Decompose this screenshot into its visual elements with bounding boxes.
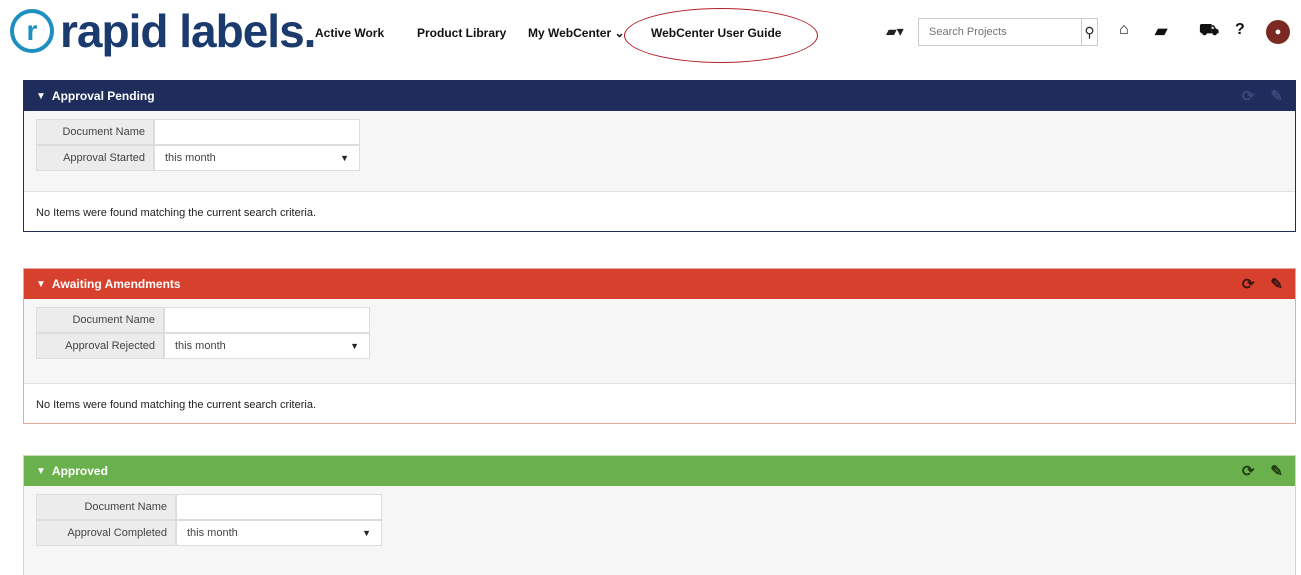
filter-row-approval-completed: Approval Completed this month ▼ xyxy=(36,520,1283,546)
panel-header[interactable]: ▼ Approval Pending ⟳ ✎ xyxy=(24,81,1295,111)
clear-filter-icon[interactable]: ✎ xyxy=(1270,87,1283,105)
approval-started-select[interactable]: this month ▼ xyxy=(154,145,360,171)
select-value: this month xyxy=(165,152,216,164)
search-icon: ⚲ xyxy=(1084,23,1095,40)
panel-title: Approved xyxy=(51,464,108,478)
panel-title: Approval Pending xyxy=(51,89,155,103)
select-value: this month xyxy=(175,340,226,352)
nav-my-webcenter-label: My WebCenter xyxy=(528,26,612,40)
filter-label: Document Name xyxy=(36,494,176,520)
document-name-input[interactable] xyxy=(154,119,360,145)
nav-product-library[interactable]: Product Library xyxy=(417,26,506,40)
filter-label: Document Name xyxy=(36,307,164,333)
nav-active-work[interactable]: Active Work xyxy=(315,26,384,40)
chat-icon[interactable]: ▰ xyxy=(1155,21,1167,41)
filter-row-document-name: Document Name xyxy=(36,119,1283,145)
dropdown-arrow-icon: ▼ xyxy=(350,341,359,351)
filter-area: Document Name Approval Started this mont… xyxy=(24,111,1295,191)
top-navigation-bar: r rapid labels. Active Work Product Libr… xyxy=(0,0,1301,70)
logo-wordmark: rapid labels. xyxy=(60,5,316,57)
search-input[interactable] xyxy=(919,19,1081,45)
clear-filter-icon[interactable]: ✎ xyxy=(1270,275,1283,293)
chevron-down-icon: ⌄ xyxy=(614,26,625,40)
awaiting-amendments-panel: ▼ Awaiting Amendments ⟳ ✎ Document Name … xyxy=(23,268,1296,424)
empty-results-message: No Items were found matching the current… xyxy=(24,383,1295,423)
refresh-icon[interactable]: ⟳ xyxy=(1242,275,1255,293)
select-value: this month xyxy=(187,527,238,539)
cart-icon[interactable]: ⛟ xyxy=(1199,21,1219,41)
panel-header[interactable]: ▼ Approved ⟳ ✎ xyxy=(24,456,1295,486)
approval-pending-panel: ▼ Approval Pending ⟳ ✎ Document Name App… xyxy=(23,80,1296,232)
approved-panel: ▼ Approved ⟳ ✎ Document Name Approval Co… xyxy=(23,455,1296,575)
filter-label: Approval Rejected xyxy=(36,333,164,359)
empty-results-message: No Items were found matching the current… xyxy=(24,191,1295,231)
search-button[interactable]: ⚲ xyxy=(1081,19,1097,45)
rapid-labels-logo[interactable]: r rapid labels. xyxy=(10,5,316,57)
filter-label: Approval Started xyxy=(36,145,154,171)
refresh-icon[interactable]: ⟳ xyxy=(1242,87,1255,105)
filter-label: Document Name xyxy=(36,119,154,145)
logo-mark-icon: r xyxy=(10,9,54,53)
collapse-caret-icon[interactable]: ▼ xyxy=(36,91,46,102)
filter-row-document-name: Document Name xyxy=(36,307,1283,333)
home-icon[interactable]: ⌂ xyxy=(1119,21,1129,39)
filter-row-document-name: Document Name xyxy=(36,494,1283,520)
panel-title: Awaiting Amendments xyxy=(51,277,181,291)
dropdown-arrow-icon: ▼ xyxy=(340,153,349,163)
approval-rejected-select[interactable]: this month ▼ xyxy=(164,333,370,359)
refresh-icon[interactable]: ⟳ xyxy=(1242,462,1255,480)
dropdown-arrow-icon: ▼ xyxy=(362,528,371,538)
document-name-input[interactable] xyxy=(176,494,382,520)
approval-completed-select[interactable]: this month ▼ xyxy=(176,520,382,546)
highlight-annotation-oval xyxy=(624,8,818,63)
filter-area: Document Name Approval Rejected this mon… xyxy=(24,299,1295,383)
collapse-caret-icon[interactable]: ▼ xyxy=(36,466,46,477)
document-name-input[interactable] xyxy=(164,307,370,333)
help-icon[interactable]: ? xyxy=(1235,21,1245,39)
nav-my-webcenter[interactable]: My WebCenter ⌄ xyxy=(528,26,625,40)
avatar[interactable]: ● xyxy=(1266,20,1290,44)
filter-area: Document Name Approval Completed this mo… xyxy=(24,486,1295,575)
filter-label: Approval Completed xyxy=(36,520,176,546)
collapse-caret-icon[interactable]: ▼ xyxy=(36,279,46,290)
projects-menu-icon[interactable]: ▰▾ xyxy=(886,23,904,40)
clear-filter-icon[interactable]: ✎ xyxy=(1270,462,1283,480)
filter-row-approval-rejected: Approval Rejected this month ▼ xyxy=(36,333,1283,359)
search-bar: ⚲ xyxy=(918,18,1098,46)
panel-header[interactable]: ▼ Awaiting Amendments ⟳ ✎ xyxy=(24,269,1295,299)
filter-row-approval-started: Approval Started this month ▼ xyxy=(36,145,1283,171)
